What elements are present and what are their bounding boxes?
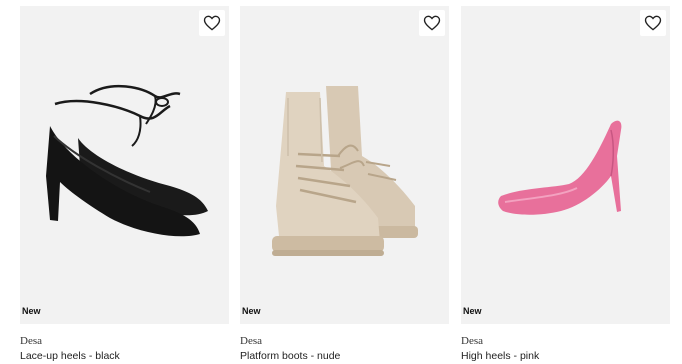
- wishlist-button[interactable]: [419, 10, 445, 36]
- product-image[interactable]: New: [20, 6, 229, 324]
- heart-icon: [423, 15, 441, 31]
- product-brand[interactable]: Desa: [20, 335, 42, 347]
- product-card[interactable]: New Desa Lace-up heels - black: [20, 6, 229, 364]
- product-brand[interactable]: Desa: [240, 335, 262, 347]
- product-name[interactable]: Platform boots - nude: [240, 350, 340, 362]
- heart-icon: [203, 15, 221, 31]
- product-image[interactable]: New: [461, 6, 670, 324]
- platform-boots-image: [272, 86, 418, 256]
- new-badge: New: [463, 306, 482, 316]
- product-card[interactable]: New Desa High heels - pink: [461, 6, 670, 364]
- lace-up-heels-image: [46, 84, 208, 237]
- product-name[interactable]: High heels - pink: [461, 350, 539, 362]
- high-heels-image: [498, 120, 622, 215]
- wishlist-button[interactable]: [199, 10, 225, 36]
- product-card[interactable]: New Desa Platform boots - nude: [240, 6, 449, 364]
- heart-icon: [644, 15, 662, 31]
- product-name[interactable]: Lace-up heels - black: [20, 350, 120, 362]
- product-brand[interactable]: Desa: [461, 335, 483, 347]
- new-badge: New: [22, 306, 41, 316]
- new-badge: New: [242, 306, 261, 316]
- wishlist-button[interactable]: [640, 10, 666, 36]
- product-grid: New Desa Lace-up heels - black New Desa …: [0, 0, 682, 364]
- product-image[interactable]: New: [240, 6, 449, 324]
